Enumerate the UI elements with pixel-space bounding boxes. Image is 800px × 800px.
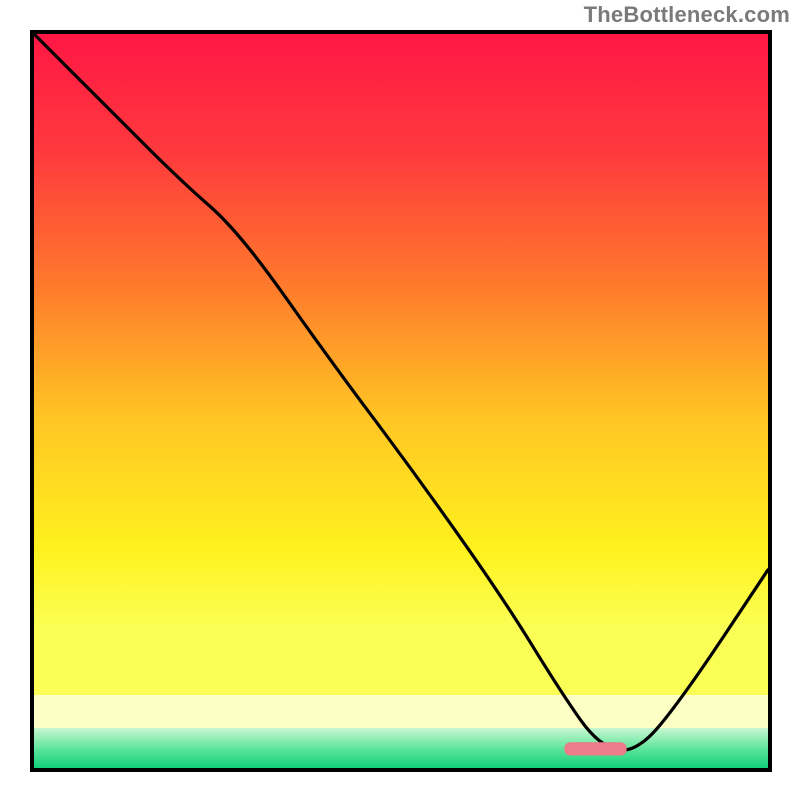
chart-container: TheBottleneck.com bbox=[0, 0, 800, 800]
watermark-text: TheBottleneck.com bbox=[584, 2, 790, 28]
plot-border bbox=[30, 30, 772, 772]
